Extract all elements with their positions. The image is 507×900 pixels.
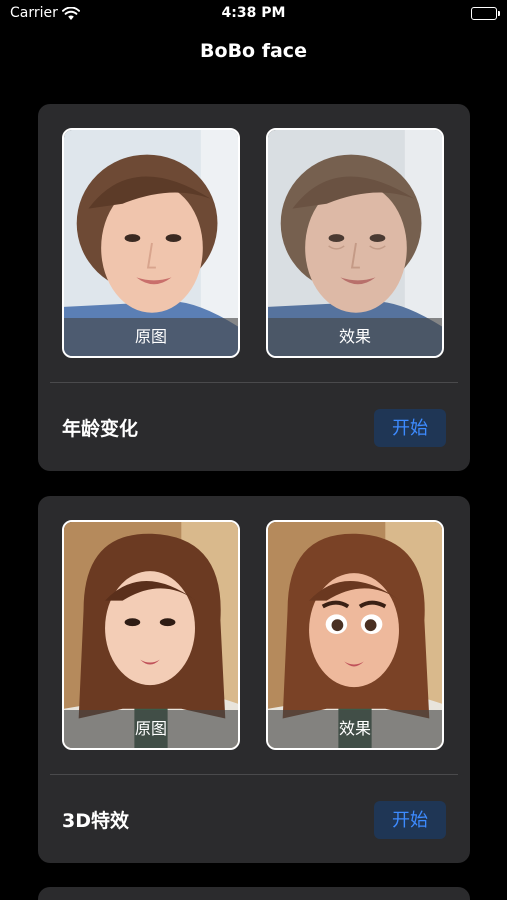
feature-title: 年龄变化 — [62, 418, 139, 440]
status-bar: Carrier 4:38 PM — [0, 0, 507, 28]
battery-icon — [471, 7, 500, 20]
feature-title: 3D特效 — [62, 810, 129, 832]
card-divider — [50, 774, 458, 775]
effect-photo[interactable]: 效果 — [266, 128, 444, 358]
page-title: BoBo face — [200, 40, 307, 62]
clock-time: 4:38 PM — [221, 5, 286, 21]
feature-card-partial — [38, 887, 470, 900]
original-photo[interactable]: 原图 — [62, 520, 240, 750]
original-label: 原图 — [64, 710, 238, 748]
start-button[interactable]: 开始 — [374, 409, 446, 447]
original-photo[interactable]: 原图 — [62, 128, 240, 358]
effect-label: 效果 — [268, 710, 442, 748]
feature-card-3d: 原图 效果 3D特效 开始 — [38, 496, 470, 863]
card-divider — [50, 382, 458, 383]
feature-card-age: 原图 效果 年龄变化 开始 — [38, 104, 470, 471]
start-button[interactable]: 开始 — [374, 801, 446, 839]
effect-photo[interactable]: 效果 — [266, 520, 444, 750]
effect-label: 效果 — [268, 318, 442, 356]
original-label: 原图 — [64, 318, 238, 356]
